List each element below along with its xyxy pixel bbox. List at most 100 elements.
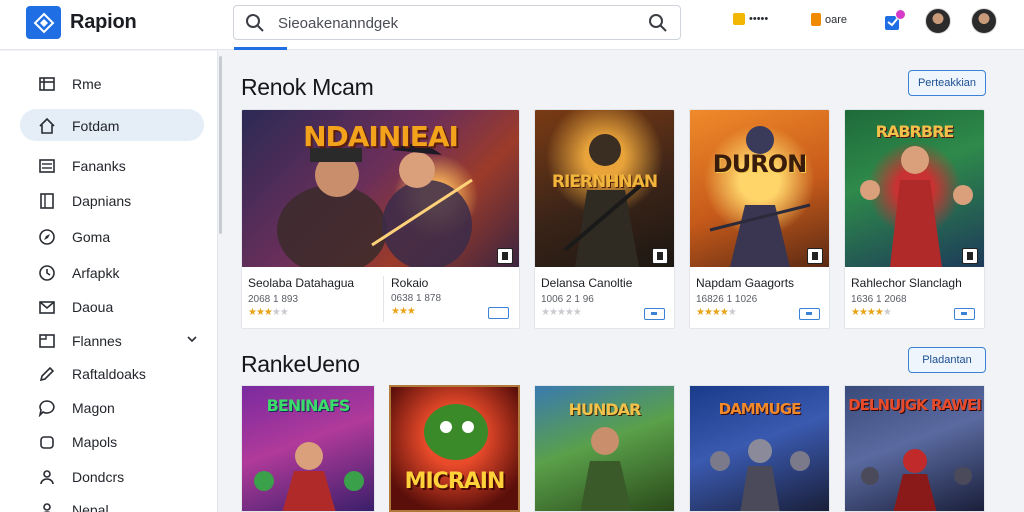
sidebar-item-nepal[interactable]: Nepal [20, 493, 204, 512]
game-cover-image[interactable]: RIERNHNAN [535, 110, 674, 267]
points-label: oare [825, 13, 848, 26]
rating-stars: ★★★★★ [248, 307, 289, 318]
game-card[interactable]: HUNDAR [534, 385, 675, 512]
pencil-icon [39, 366, 55, 382]
sidebar-item-label: Magon [72, 400, 115, 416]
sidebar-item-label: Fotdam [72, 118, 120, 134]
cover-title-text: MICRAIN [404, 469, 506, 494]
game-cover-image[interactable]: NDAINIEAI [242, 110, 519, 267]
sidebar-item-label: Dapnians [72, 193, 132, 209]
rating-stars: ★★★ [391, 306, 416, 317]
sidebar-item-fotdam[interactable]: Fotdam [20, 109, 204, 141]
platform-badge-icon [652, 248, 668, 264]
friend-avatar[interactable] [925, 8, 951, 34]
search-bar[interactable] [233, 5, 681, 40]
sidebar-item-label: Raftaldoaks [72, 366, 146, 382]
section-title: Renok Mcam [241, 74, 374, 100]
sidebar-item-arfapkk[interactable]: Arfapkk [20, 256, 204, 288]
chevron-down-icon[interactable] [186, 333, 198, 345]
game-card[interactable]: MICRAIN [389, 385, 520, 512]
coins-indicator[interactable]: ••••• [733, 13, 768, 25]
game-card[interactable]: BENINAFS [241, 385, 375, 512]
search-submit-icon[interactable] [648, 13, 668, 33]
sidebar-item-flannes[interactable]: Flannes [20, 324, 204, 356]
cover-title-text: DELNUJGK RAWEI [848, 396, 982, 414]
coin-icon [733, 13, 745, 25]
sidebar-item-label: Mapols [72, 434, 118, 450]
book-icon [40, 193, 54, 209]
mail-icon [39, 301, 55, 314]
game-cover-image[interactable]: DURON [690, 110, 829, 267]
notification-badge [895, 9, 906, 20]
game-cover-image[interactable]: RABRBRE [845, 110, 984, 267]
game-card[interactable]: RIERNHNAN Delansa Canoltie 1006 2 1 96 ★… [534, 109, 675, 329]
sidebar-item-label: Dondcrs [72, 469, 125, 485]
cover-title-text: DAMMUGE [718, 400, 802, 418]
game-meta: 1636 1 2068 [851, 294, 907, 305]
add-to-library-button[interactable] [954, 308, 975, 320]
sidebar-item-label: Nepal [72, 502, 109, 512]
rating-stars: ★★★★★ [851, 307, 892, 318]
cover-title-text: HUNDAR [568, 400, 642, 419]
cover-title-text: DURON [712, 150, 807, 178]
game-title: Rokaio [391, 276, 429, 290]
coins-label: ••••• [749, 13, 769, 25]
game-meta: 0638 1 878 [391, 293, 442, 304]
sidebar-item-label: Daoua [72, 299, 114, 315]
sidebar-item-label: Fananks [72, 158, 126, 174]
game-title: Napdam Gaagorts [696, 276, 795, 290]
clock-icon [39, 265, 55, 281]
sidebar-item-label: Goma [72, 229, 111, 245]
rating-stars: ★★★★★ [541, 307, 582, 318]
section-title: RankeUeno [241, 351, 360, 377]
game-card[interactable]: NDAINIEAI Seolaba Datahagua 2068 1 893 ★… [241, 109, 520, 329]
sidebar-item-label: Flannes [72, 333, 122, 349]
sidebar-item-raftaldoaks[interactable]: Raftaldoaks [20, 357, 204, 389]
rating-stars: ★★★★★ [696, 307, 737, 318]
platform-badge-icon [807, 248, 823, 264]
sidebar-item-label: Rme [72, 76, 102, 92]
game-card[interactable]: DURON Napdam Gaagorts 16826 1 1026 ★★★★★ [689, 109, 830, 329]
points-indicator[interactable]: oare [811, 13, 847, 26]
card-divider [383, 276, 384, 322]
sidebar-item-magon[interactable]: Magon [20, 391, 204, 423]
sidebar-item-dondcrs[interactable]: Dondcrs [20, 460, 204, 492]
cover-title-text: RIERNHNAN [551, 172, 658, 192]
app-logo[interactable] [26, 6, 61, 39]
search-input[interactable] [278, 13, 628, 33]
top-bar: Rapion ••••• oare [0, 0, 1024, 50]
logo-icon [33, 12, 54, 33]
platform-badge-icon [497, 248, 513, 264]
add-to-library-button[interactable] [644, 308, 665, 320]
ticket-icon [811, 13, 821, 26]
sidebar-item-dapnians[interactable]: Dapnians [20, 184, 204, 216]
cover-figures [709, 126, 811, 267]
cover-title-text: NDAINIEAI [303, 120, 459, 153]
section-action-button[interactable]: Perteakkian [908, 70, 986, 96]
game-card[interactable]: RABRBRE Rahlechor Slanclagh 1636 1 2068 … [844, 109, 985, 329]
game-meta: 16826 1 1026 [696, 294, 758, 305]
sidebar-item-goma[interactable]: Goma [20, 220, 204, 252]
add-to-library-button[interactable] [488, 307, 509, 319]
window-icon [39, 77, 55, 91]
cover-title-text: BENINAFS [266, 396, 351, 415]
cover-title-text: RABRBRE [875, 122, 955, 141]
user-avatar[interactable] [971, 8, 997, 34]
sidebar-item-mapols[interactable]: Mapols [20, 425, 204, 457]
game-title: Rahlechor Slanclagh [851, 276, 962, 290]
sidebar-item-fananks[interactable]: Fananks [20, 149, 204, 181]
people-icon [40, 470, 54, 485]
sidebar-item-rme[interactable]: Rme [20, 67, 204, 99]
game-card[interactable]: DAMMUGE [689, 385, 830, 512]
search-icon[interactable] [245, 13, 265, 33]
platform-badge-icon [962, 248, 978, 264]
sidebar-item-daoua[interactable]: Daoua [20, 290, 204, 322]
folder-icon [39, 334, 55, 348]
add-to-library-button[interactable] [799, 308, 820, 320]
section-action-button[interactable]: Pladantan [908, 347, 986, 373]
compass-icon [39, 229, 55, 245]
game-card[interactable]: DELNUJGK RAWEI [844, 385, 985, 512]
people-icon [43, 503, 51, 512]
list-icon [39, 159, 55, 173]
sidebar-scrollbar[interactable] [219, 56, 222, 234]
